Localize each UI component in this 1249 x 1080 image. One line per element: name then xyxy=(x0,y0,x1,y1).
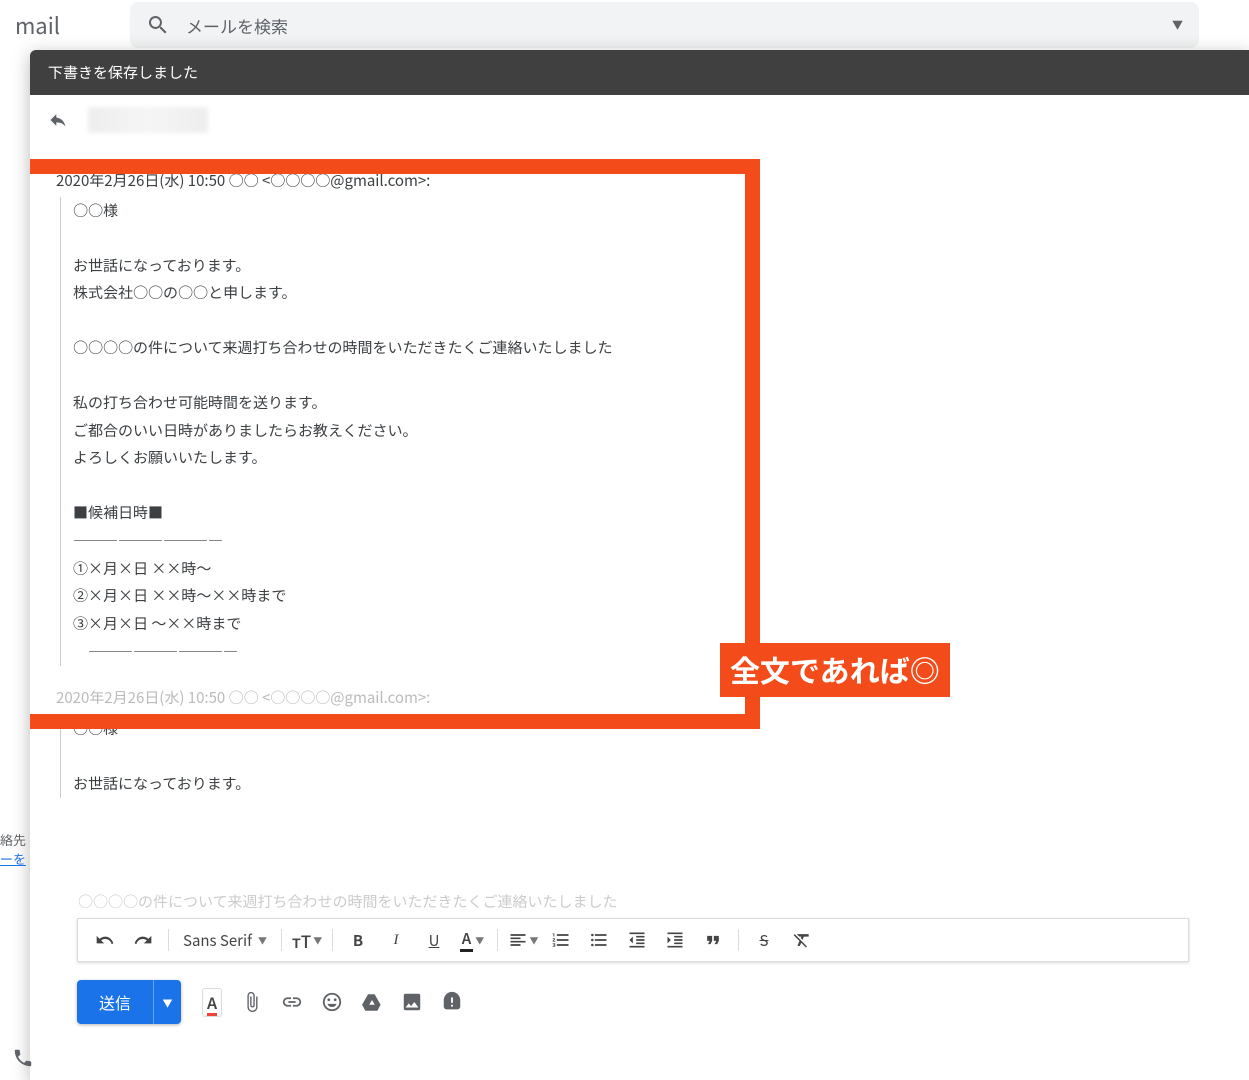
mail-line: ○○様 xyxy=(73,715,1223,743)
insert-photo-button[interactable] xyxy=(399,989,425,1015)
insert-emoji-button[interactable] xyxy=(319,989,345,1015)
compose-window: 下書きを保存しました 全文であれば◎ 2020年2月26日(水) 10:50 ○… xyxy=(30,50,1249,1080)
chevron-down-icon: ▼ xyxy=(163,995,173,1010)
underline-button[interactable]: U xyxy=(417,923,451,957)
compose-actions-row: 送信 ▼ A xyxy=(77,980,465,1024)
insert-link-button[interactable] xyxy=(279,989,305,1015)
undo-button[interactable] xyxy=(88,923,122,957)
gmail-logo: mail xyxy=(0,9,60,41)
font-select[interactable]: Sans Serif ▼ xyxy=(177,930,273,951)
mail-line: お世話になっております。 xyxy=(73,252,1223,280)
mail-line: ■候補日時■ xyxy=(73,499,1223,527)
align-button[interactable]: ▼ xyxy=(506,923,540,957)
search-options-caret[interactable]: ▼ xyxy=(1172,17,1183,33)
mail-line: 私の打ち合わせ可能時間を送ります。 xyxy=(73,389,1223,417)
mail-line: ご都合のいい日時がありましたらお教えください。 xyxy=(73,417,1223,445)
send-options-button[interactable]: ▼ xyxy=(153,980,181,1024)
indent-less-button[interactable] xyxy=(620,923,654,957)
quote-button[interactable] xyxy=(696,923,730,957)
mail-line: ○○○○の件について来週打ち合わせの時間をいただきたくご連絡いたしました xyxy=(73,334,1223,362)
mail-line: ―――――――――― xyxy=(73,638,1223,666)
bullet-list-button[interactable] xyxy=(582,923,616,957)
search-icon xyxy=(146,13,170,37)
formatting-toolbar: Sans Serif ▼ тT ▼ B I U A ▼ ▼ S xyxy=(77,918,1189,962)
strikethrough-button[interactable]: S xyxy=(747,923,781,957)
text-format-toggle[interactable]: A xyxy=(199,989,225,1015)
search-box[interactable]: メールを検索 ▼ xyxy=(130,2,1199,48)
mail-line: よろしくお願いいたします。 xyxy=(73,444,1223,472)
send-group: 送信 ▼ xyxy=(77,980,181,1024)
text-color-button[interactable]: A ▼ xyxy=(455,923,489,957)
mail-line: ③×月×日 ～××時まで xyxy=(73,610,1223,638)
phone-icon[interactable] xyxy=(12,1047,34,1074)
truncated-body-line: ○○○○の件について来週打ち合わせの時間をいただきたくご連絡いたしました xyxy=(52,883,644,912)
search-placeholder: メールを検索 xyxy=(186,13,1172,38)
confidential-mode-button[interactable] xyxy=(439,989,465,1015)
sidebar-fragment: 絡先 ーを xyxy=(0,830,26,868)
mail-line: ○○様 xyxy=(73,197,1223,225)
send-button[interactable]: 送信 xyxy=(77,980,153,1024)
gmail-header: mail メールを検索 ▼ xyxy=(0,0,1249,50)
mail-line: ―――――――――― xyxy=(73,527,1223,555)
clear-formatting-button[interactable] xyxy=(785,923,819,957)
quote-header-1: 2020年2月26日(水) 10:50 ○○ <○○○○@gmail.com>: xyxy=(56,167,1223,195)
chevron-down-icon: ▼ xyxy=(258,934,267,947)
mail-line: ②×月×日 ××時～××時まで xyxy=(73,582,1223,610)
attach-file-button[interactable] xyxy=(239,989,265,1015)
font-name: Sans Serif xyxy=(183,930,252,951)
mail-line: ①×月×日 ××時～ xyxy=(73,555,1223,583)
quoted-mail-1: 2020年2月26日(水) 10:50 ○○ <○○○○@gmail.com>:… xyxy=(30,145,1249,666)
insert-drive-button[interactable] xyxy=(359,989,385,1015)
quote-header-2: 2020年2月26日(水) 10:50 ○○ <○○○○@gmail.com>: xyxy=(56,684,1223,712)
indent-more-button[interactable] xyxy=(658,923,692,957)
font-size-button[interactable]: тT ▼ xyxy=(290,923,324,957)
italic-button[interactable]: I xyxy=(379,923,413,957)
mail-line: お世話になっております。 xyxy=(73,770,1223,798)
compose-body[interactable]: 全文であれば◎ 2020年2月26日(水) 10:50 ○○ <○○○○@gma… xyxy=(30,145,1249,798)
redo-button[interactable] xyxy=(126,923,160,957)
recipient-chip[interactable] xyxy=(88,107,208,133)
bold-button[interactable]: B xyxy=(341,923,375,957)
recipients-row[interactable] xyxy=(30,95,1249,145)
compose-title-bar: 下書きを保存しました xyxy=(30,50,1249,95)
quoted-mail-2: 2020年2月26日(水) 10:50 ○○ <○○○○@gmail.com>:… xyxy=(30,684,1249,798)
numbered-list-button[interactable] xyxy=(544,923,578,957)
reply-icon xyxy=(48,110,68,130)
mail-line: 株式会社○○の○○と申します。 xyxy=(73,279,1223,307)
annotation-label: 全文であれば◎ xyxy=(720,643,950,697)
